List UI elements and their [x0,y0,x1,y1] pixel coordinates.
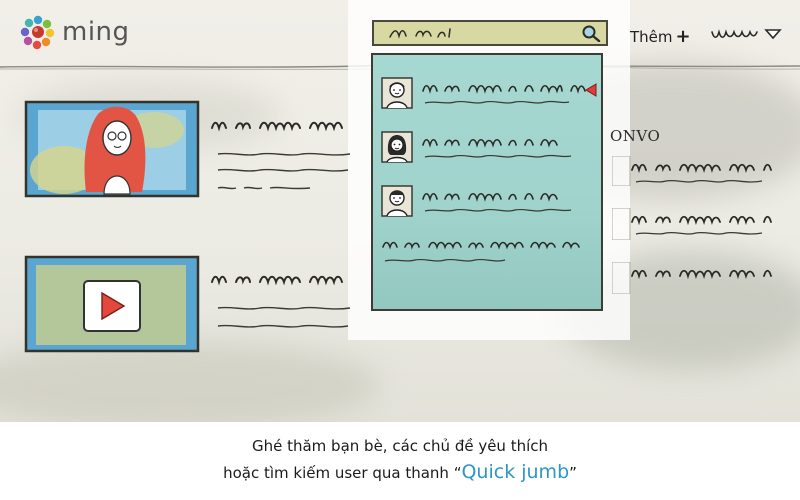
sketch-stage: ming Thêm + ONVO [0,0,800,422]
dropdown-see-all-link[interactable] [381,237,596,277]
flower-logo-icon [20,15,55,50]
more-menu-label: Thêm [630,28,673,46]
dropdown-caret-icon [764,29,782,40]
more-menu-button[interactable]: Thêm + [630,26,691,47]
caption: Ghé thăm bạn bè, các chủ đề yêu thích ho… [0,433,800,486]
dropdown-result-user[interactable] [381,185,591,225]
user-avatar-icon [381,131,413,163]
caption-line-1: Ghé thăm bạn bè, các chủ đề yêu thích [251,437,549,455]
search-query-scribble [389,28,451,39]
video-thumbnail [24,255,200,353]
profile-photo [24,100,200,198]
caption-line-2-prefix: hoặc tìm kiếm user qua thanh “ [223,464,462,482]
user-avatar-icon [381,185,413,217]
sidebar-item[interactable] [612,262,792,294]
quick-search-input[interactable] [372,20,608,46]
dropdown-result-user[interactable] [381,131,591,171]
search-icon[interactable] [580,24,602,42]
caption-line-2: hoặc tìm kiếm user qua thanh “Quick jumb… [0,459,800,486]
user-menu-button[interactable] [710,26,790,42]
quick-jumb-highlight: Quick jumb [461,461,570,483]
caption-line-2-suffix: ” [569,464,577,482]
user-avatar-icon [381,77,413,109]
feed-card-video[interactable] [24,255,200,353]
quick-search-dropdown [371,53,603,311]
feed-card-text-scribble [211,275,351,328]
logo-text: ming [62,17,130,47]
plus-icon: + [675,26,691,47]
feed-card-text-scribble [211,121,351,190]
dropdown-result-user[interactable] [381,77,591,117]
pointer-arrow-icon [585,83,597,97]
sidebar-item[interactable] [612,208,792,240]
result-text-scribble [422,192,572,212]
sidebar-item[interactable] [612,156,792,186]
result-text-scribble [422,138,572,158]
app-logo[interactable]: ming [20,14,130,50]
feed-card-image[interactable] [24,100,200,198]
sidebar-heading: ONVO [610,127,661,145]
result-text-scribble [422,84,586,104]
